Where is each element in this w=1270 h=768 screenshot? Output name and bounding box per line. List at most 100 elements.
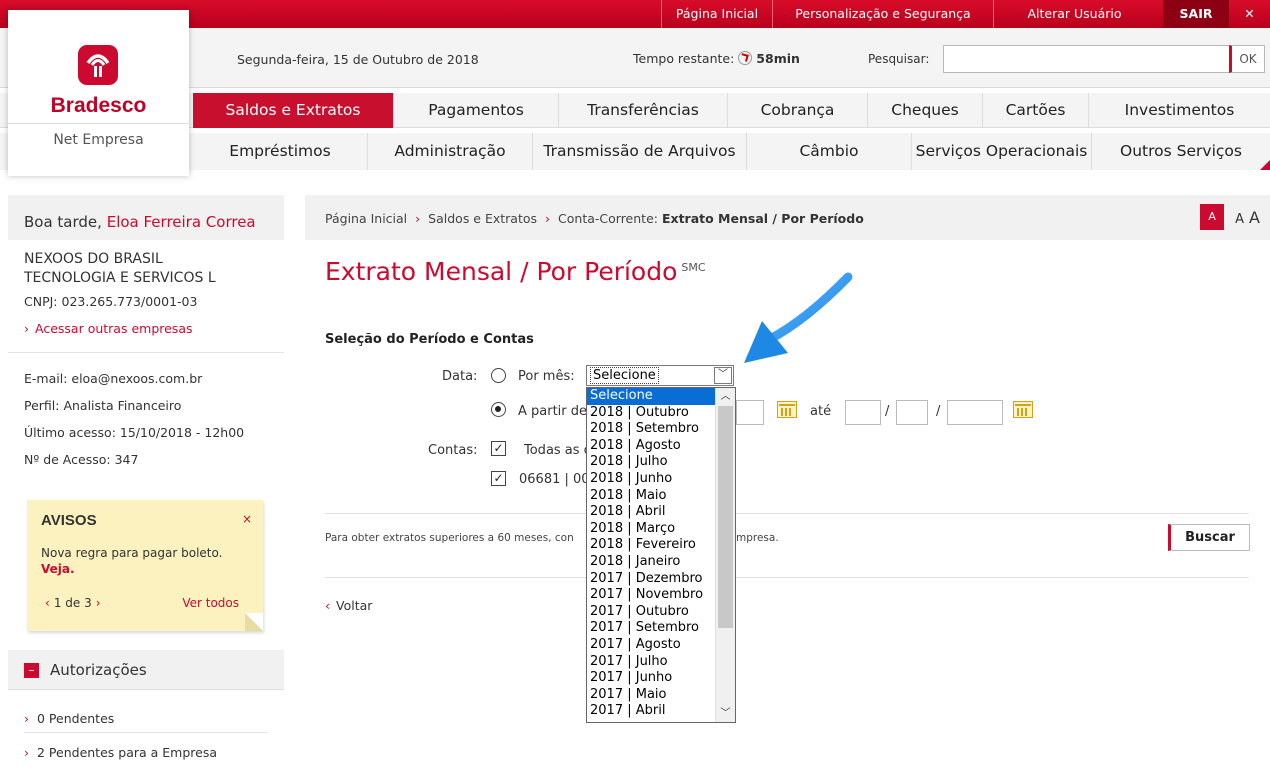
top-bar: Página Inicial Personalização e Seguranç… bbox=[0, 0, 1270, 28]
dropdown-option[interactable]: 2018 | Abril bbox=[587, 504, 715, 521]
checkbox-account[interactable]: ✓ bbox=[491, 471, 506, 486]
access-count: Nº de Acesso: 347 bbox=[24, 452, 139, 467]
dropdown-option[interactable]: 2018 | Junho bbox=[587, 471, 715, 488]
bradesco-tree-icon bbox=[78, 45, 118, 85]
pending-link[interactable]: › 0 Pendentes bbox=[24, 705, 268, 733]
collapse-icon[interactable]: – bbox=[24, 663, 39, 678]
search-input[interactable] bbox=[943, 45, 1230, 73]
ate-label: até bbox=[810, 404, 832, 419]
dropdown-option[interactable]: 2017 | Novembro bbox=[587, 587, 715, 604]
nav-corner-accent bbox=[1260, 160, 1270, 170]
dropdown-option[interactable]: 2018 | Janeiro bbox=[587, 554, 715, 571]
pager-prev-icon[interactable]: ‹ bbox=[45, 596, 50, 610]
radio-a-partir-de[interactable] bbox=[491, 402, 506, 417]
main-nav-row-2: Empréstimos Administração Transmissão de… bbox=[0, 133, 1270, 170]
notices-pager: ‹ 1 de 3 › bbox=[45, 596, 101, 610]
end-year-field[interactable] bbox=[947, 400, 1003, 425]
nav-investimentos[interactable]: Investimentos bbox=[1088, 93, 1270, 128]
nav-cobranca[interactable]: Cobrança bbox=[727, 93, 867, 128]
user-profile: Perfil: Analista Financeiro bbox=[24, 398, 182, 413]
dropdown-option[interactable]: 2017 | Abril bbox=[587, 703, 715, 720]
nav-transmissao[interactable]: Transmissão de Arquivos bbox=[532, 133, 746, 170]
notices-card: AVISOS × Nova regra para pagar boleto. V… bbox=[27, 500, 263, 631]
dropdown-option[interactable]: 2018 | Outubro bbox=[587, 405, 715, 422]
crumb-home[interactable]: Página Inicial bbox=[325, 211, 407, 226]
nav-cheques[interactable]: Cheques bbox=[867, 93, 982, 128]
section-title: Seleção do Período e Contas bbox=[325, 332, 534, 347]
dropdown-option[interactable]: 2018 | Maio bbox=[587, 488, 715, 505]
logout-button[interactable]: SAIR bbox=[1163, 0, 1229, 28]
page-title: Extrato Mensal / Por Período SMC bbox=[325, 257, 706, 286]
nav-administracao[interactable]: Administração bbox=[367, 133, 532, 170]
nav-cartoes[interactable]: Cartões bbox=[982, 93, 1088, 128]
a-partir-label: A partir de bbox=[518, 404, 588, 419]
font-size-controls: AAA bbox=[1195, 203, 1260, 230]
dropdown-option[interactable]: 2017 | Outubro bbox=[587, 604, 715, 621]
dropdown-option[interactable]: 2018 | Fevereiro bbox=[587, 537, 715, 554]
month-select[interactable]: Selecione ﹀ bbox=[586, 365, 734, 386]
annotation-arrow-icon bbox=[744, 272, 853, 363]
nav-pagamentos[interactable]: Pagamentos bbox=[393, 93, 558, 128]
font-small-button[interactable]: A bbox=[1200, 203, 1225, 230]
paper-fold bbox=[245, 613, 263, 631]
nav-saldos-extratos[interactable]: Saldos e Extratos bbox=[193, 93, 393, 128]
dropdown-option[interactable]: 2017 | Julho bbox=[587, 654, 715, 671]
dropdown-option[interactable]: 2018 | Março bbox=[587, 521, 715, 538]
start-year-field[interactable] bbox=[736, 400, 764, 425]
nav-cambio[interactable]: Câmbio bbox=[746, 133, 911, 170]
nav-transferencias[interactable]: Transferências bbox=[558, 93, 727, 128]
company-block: NEXOOS DO BRASIL TECNOLOGIA E SERVICOS L… bbox=[8, 240, 284, 353]
dropdown-option[interactable]: 2017 | Agosto bbox=[587, 637, 715, 654]
notice-link[interactable]: Veja. bbox=[41, 562, 75, 576]
font-medium-button[interactable]: A bbox=[1235, 212, 1244, 227]
pending-company-link[interactable]: › 2 Pendentes para a Empresa bbox=[24, 739, 268, 766]
checkbox-all-accounts[interactable]: ✓ bbox=[491, 441, 506, 456]
view-all-link[interactable]: Ver todos bbox=[182, 596, 239, 610]
scroll-down-icon[interactable]: ﹀ bbox=[716, 705, 735, 722]
dropdown-option[interactable]: 2018 | Agosto bbox=[587, 438, 715, 455]
dropdown-option[interactable]: 2018 | Setembro bbox=[587, 421, 715, 438]
close-icon[interactable]: ✕ bbox=[1229, 0, 1270, 28]
other-companies-link[interactable]: › Acessar outras empresas bbox=[24, 315, 268, 342]
notices-close-icon[interactable]: × bbox=[242, 512, 252, 526]
account-label: 06681 | 00 bbox=[519, 472, 590, 487]
top-link-switch-user[interactable]: Alterar Usuário bbox=[993, 0, 1155, 28]
dropdown-option[interactable]: 2017 | Setembro bbox=[587, 620, 715, 637]
date-label: Data: bbox=[442, 369, 478, 384]
dropdown-option[interactable]: 2017 | Dezembro bbox=[587, 571, 715, 588]
nav-outros-servicos[interactable]: Outros Serviços bbox=[1091, 133, 1270, 170]
dropdown-option[interactable]: 2017 | Junho bbox=[587, 670, 715, 687]
dropdown-options: Selecione 2018 | Outubro 2018 | Setembro 20… bbox=[587, 388, 715, 720]
top-link-personalization[interactable]: Personalização e Segurança bbox=[772, 0, 993, 28]
end-month-field[interactable] bbox=[896, 400, 928, 425]
month-dropdown-list[interactable]: Selecione 2018 | Outubro 2018 | Setembro 20… bbox=[586, 387, 736, 723]
all-accounts-label: Todas as c bbox=[524, 443, 591, 458]
calendar-icon-end[interactable] bbox=[1013, 401, 1033, 418]
radio-por-mes[interactable] bbox=[491, 368, 506, 383]
dropdown-scrollbar[interactable]: ︿ ﹀ bbox=[715, 388, 735, 722]
font-large-button[interactable]: A bbox=[1249, 208, 1260, 227]
pager-next-icon[interactable]: › bbox=[96, 596, 101, 610]
notice-message: Nova regra para pagar boleto. bbox=[41, 546, 223, 560]
current-date: Segunda-feira, 15 de Outubro de 2018 bbox=[237, 52, 479, 67]
scroll-thumb[interactable] bbox=[718, 406, 733, 628]
crumb-saldos[interactable]: Saldos e Extratos bbox=[428, 211, 537, 226]
nav-servicos-operacionais[interactable]: Serviços Operacionais bbox=[911, 133, 1091, 170]
user-email: E-mail: eloa@nexoos.com.br bbox=[24, 371, 203, 386]
authorizations-header[interactable]: – Autorizações bbox=[8, 650, 284, 690]
nav-emprestimos[interactable]: Empréstimos bbox=[193, 133, 367, 170]
search-button[interactable]: Buscar bbox=[1168, 524, 1250, 551]
top-link-home[interactable]: Página Inicial bbox=[661, 0, 772, 28]
dropdown-option[interactable]: 2018 | Julho bbox=[587, 454, 715, 471]
bradesco-logo[interactable]: Bradesco Net Empresa bbox=[8, 10, 189, 176]
calendar-icon-start[interactable] bbox=[777, 401, 797, 418]
scroll-up-icon[interactable]: ︿ bbox=[716, 388, 735, 405]
dropdown-option[interactable]: 2017 | Maio bbox=[587, 687, 715, 704]
greeting: Boa tarde, Eloa Ferreira Correa bbox=[8, 195, 284, 240]
user-name: Eloa Ferreira Correa bbox=[106, 213, 256, 231]
back-link[interactable]: ‹ Voltar bbox=[325, 598, 372, 613]
company-name: NEXOOS DO BRASIL TECNOLOGIA E SERVICOS L bbox=[24, 251, 216, 286]
end-day-field[interactable] bbox=[845, 400, 881, 425]
search-ok-button[interactable]: OK bbox=[1229, 45, 1265, 73]
dropdown-option[interactable]: Selecione bbox=[587, 388, 715, 405]
